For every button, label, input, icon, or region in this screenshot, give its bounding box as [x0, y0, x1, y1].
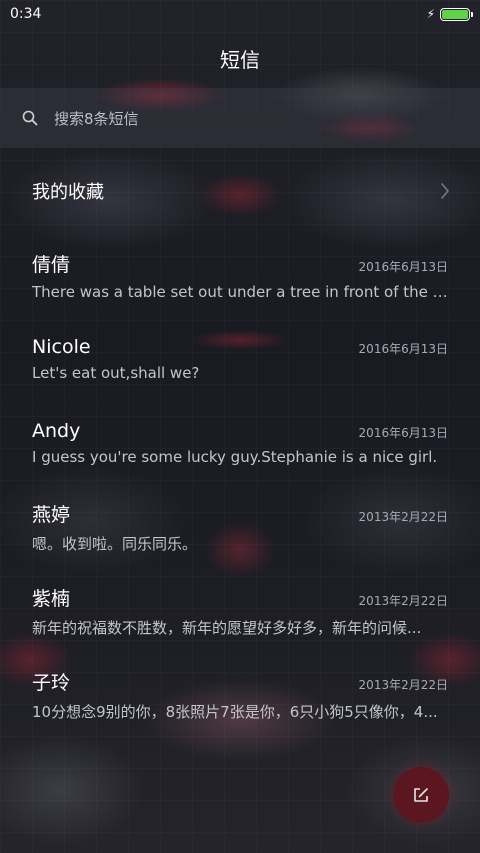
favorites-label: 我的收藏 [32, 182, 104, 203]
conversation-item[interactable]: 子玲 2013年2月22日 10分想念9别的你，8张照片7张是你，6只小狗5只像… [0, 653, 480, 737]
contact-name: Andy [32, 420, 81, 442]
status-icons: ⚡ [426, 7, 473, 21]
message-preview: 10分想念9别的你，8张照片7张是你，6只小狗5只像你，4... [32, 703, 438, 721]
page-title: 短信 [220, 47, 260, 72]
message-date: 2016年6月13日 [358, 342, 448, 356]
message-date: 2013年2月22日 [358, 510, 448, 524]
contact-name: 子玲 [32, 672, 71, 694]
favorites-row[interactable]: 我的收藏 [0, 149, 480, 233]
battery-icon [440, 7, 473, 21]
bolt-icon: ⚡ [426, 7, 435, 21]
contact-name: Nicole [32, 336, 91, 358]
contact-name: 紫楠 [32, 588, 71, 610]
chevron-right-icon [441, 183, 449, 199]
message-preview: 嗯。收到啦。同乐同乐。 [32, 535, 198, 553]
status-time: 0:34 [10, 6, 42, 22]
message-date: 2016年6月13日 [358, 426, 448, 440]
compose-button[interactable] [393, 767, 449, 823]
conversation-item[interactable]: 倩倩 2016年6月13日 There was a table set out … [0, 233, 480, 317]
search-icon [22, 110, 38, 126]
contact-name: 燕婷 [32, 504, 71, 526]
conversation-item[interactable]: 紫楠 2013年2月22日 新年的祝福数不胜数，新年的愿望好多好多，新年的问候.… [0, 569, 480, 653]
message-preview: 新年的祝福数不胜数，新年的愿望好多好多，新年的问候... [32, 619, 422, 637]
message-date: 2013年2月22日 [358, 594, 448, 608]
conversation-item[interactable]: Andy 2016年6月13日 I guess you're some luck… [0, 401, 480, 485]
status-bar: 0:34 ⚡ [0, 0, 480, 28]
message-preview: I guess you're some lucky guy.Stephanie … [32, 448, 438, 466]
message-date: 2013年2月22日 [358, 678, 448, 692]
compose-icon [414, 788, 428, 802]
conversation-item[interactable]: Nicole 2016年6月13日 Let's eat out,shall we… [0, 317, 480, 401]
app-header: 短信 [0, 28, 480, 88]
message-preview: Let's eat out,shall we? [32, 364, 200, 382]
search-placeholder: 搜索8条短信 [54, 109, 139, 128]
search-input[interactable]: 搜索8条短信 [0, 88, 480, 148]
message-preview: There was a table set out under a tree i… [32, 282, 448, 301]
battery-fill [442, 9, 468, 19]
contact-name: 倩倩 [32, 253, 71, 276]
message-date: 2016年6月13日 [358, 259, 448, 274]
conversation-item[interactable]: 燕婷 2013年2月22日 嗯。收到啦。同乐同乐。 [0, 485, 480, 569]
conversation-list: 我的收藏 倩倩 2016年6月13日 There was a table set… [0, 149, 480, 737]
